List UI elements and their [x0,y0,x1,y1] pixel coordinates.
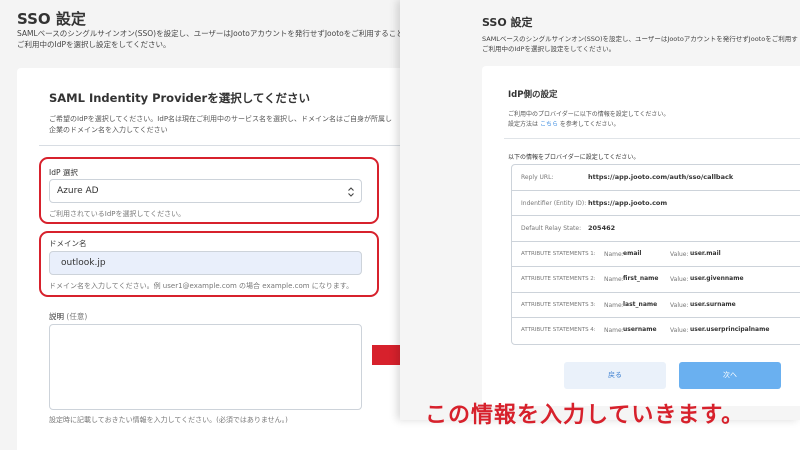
value-value: user.mail [690,249,721,257]
divider [504,138,800,139]
name-label: Name: [604,250,624,258]
row-key: ATTRIBUTE STATEMENTS 4: [521,327,596,333]
help-link[interactable]: こちら [540,121,558,128]
caption-text: この情報を入力していきます。 [425,403,745,428]
card-description-text: 設定方法は [508,121,539,128]
card-description-line: 企業のドメイン名を入力してください [49,126,168,134]
table-row: ATTRIBUTE STATEMENTS 4: Name: username V… [512,318,800,344]
right-screen: SSO 設定 SAMLベースのシングルサインオン(SSO)を設定し、ユーザーはJ… [400,0,800,420]
page-description-line: SAMLベースのシングルサインオン(SSO)を設定し、ユーザーはJootoアカウ… [482,35,798,43]
name-label: Name: [604,276,624,283]
card-description: ご利用中のプロバイダーに以下の情報を設定してください。 設定方法は こちら を参… [508,110,669,130]
value-label: Value: [670,327,689,334]
name-value: last_name [623,300,658,308]
page-title: SSO 設定 [17,10,86,28]
name-value: first_name [623,275,659,282]
table-row: Default Relay State: 205462 [512,216,800,242]
provider-settings-table: Reply URL: https://app.jooto.com/auth/ss… [511,164,800,345]
idp-settings-card: IdP側の設定 ご利用中のプロバイダーに以下の情報を設定してください。 設定方法… [482,66,800,406]
value-value: user.surname [690,300,736,308]
page-description-line: ご利用中のIdPを選択し設定をしてください。 [17,40,171,49]
card-description-line: ご利用中のプロバイダーに以下の情報を設定してください。 [508,111,670,118]
idp-highlight-box [39,157,379,224]
divider [39,145,410,146]
card-description-text: を参考してください。 [559,121,620,128]
left-screen: SSO 設定 SAMLベースのシングルサインオン(SSO)を設定し、ユーザーはJ… [0,0,410,450]
table-row: ATTRIBUTE STATEMENTS 1: Name: email Valu… [512,242,800,267]
page-description: SAMLベースのシングルサインオン(SSO)を設定し、ユーザーはJootoアカウ… [482,34,798,54]
value-label: Value: [670,276,689,283]
card-description-line: 設定方法は こちら を参考してください。 [508,120,669,130]
table-row: Indentifier (Entity ID): https://app.joo… [512,191,800,216]
name-value: email [623,249,642,257]
row-key: Default Relay State: [521,225,582,232]
card-description: ご希望のIdPを選択してください。IdP名は現在ご利用中のサービス名を選択し、ド… [49,114,392,136]
card-title: IdP側の設定 [508,90,558,100]
row-key: Indentifier (Entity ID): [521,199,587,207]
table-row: ATTRIBUTE STATEMENTS 2: Name: first_name… [512,267,800,293]
card-description-line: ご希望のIdPを選択してください。IdP名は現在ご利用中のサービス名を選択し、ド… [49,115,393,123]
value-value: user.givenname [690,275,744,282]
table-intro: 以下の情報をプロバイダーに設定してください。 [508,154,640,161]
domain-highlight-box [39,231,379,297]
value-value: user.userprincipalname [690,326,770,333]
value-label: Value: [670,301,689,309]
name-label: Name: [604,301,624,309]
page-description-line: ご利用中のIdPを選択し設定をしてください。 [482,45,616,53]
card-title: SAML Indentity Providerを選択してください [49,91,311,105]
table-row: ATTRIBUTE STATEMENTS 3: Name: last_name … [512,293,800,318]
description-label-text: 説明 [49,312,64,321]
row-key: ATTRIBUTE STATEMENTS 2: [521,276,596,282]
description-label: 説明 (任意) [49,311,87,322]
row-key: ATTRIBUTE STATEMENTS 3: [521,301,596,308]
row-value: 205462 [588,224,616,232]
back-button[interactable]: 戻る [564,362,666,389]
row-key: Reply URL: [521,174,554,181]
description-hint: 設定時に記載しておきたい情報を入力してください。(必須ではありません。) [49,416,288,424]
name-value: username [623,326,657,333]
name-label: Name: [604,327,624,334]
page-title: SSO 設定 [482,16,533,29]
optional-tag: (任意) [66,312,88,321]
value-label: Value: [670,250,689,258]
row-value: https://app.jooto.com [588,198,668,207]
row-key: ATTRIBUTE STATEMENTS 1: [521,250,596,257]
table-row: Reply URL: https://app.jooto.com/auth/ss… [512,165,800,191]
next-button[interactable]: 次へ [679,362,781,389]
description-textarea[interactable] [49,324,362,410]
row-value: https://app.jooto.com/auth/sso/callback [588,173,734,181]
page-description: SAMLベースのシングルサインオン(SSO)を設定し、ユーザーはJootoアカウ… [17,28,410,50]
page-description-line: SAMLベースのシングルサインオン(SSO)を設定し、ユーザーはJootoアカウ… [17,29,410,38]
